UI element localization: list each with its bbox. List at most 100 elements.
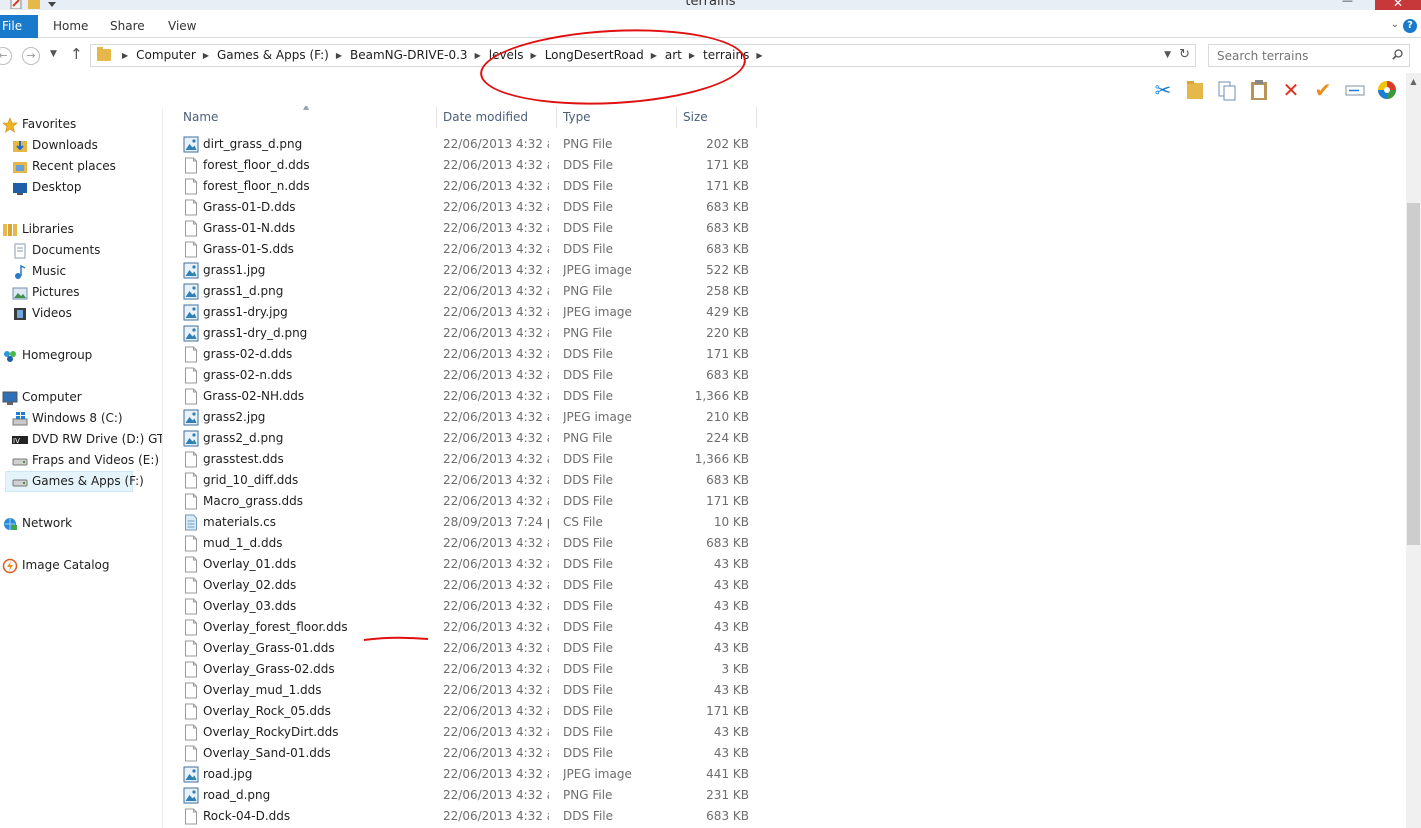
file-row[interactable]: Macro_grass.dds 22/06/2013 4:32 a.... DDS … [177, 491, 757, 512]
breadcrumb-separator-icon[interactable]: ▶ [203, 45, 209, 66]
scissors-icon[interactable]: ✂ [1150, 77, 1176, 103]
file-row[interactable]: forest_floor_d.dds 22/06/2013 4:32 a.... D… [177, 155, 757, 176]
breadcrumb-separator-icon[interactable]: ▶ [336, 45, 342, 66]
checkmark-icon[interactable]: ✔ [1310, 77, 1336, 103]
file-row[interactable]: materials.cs 28/09/2013 7:24 p.... CS File… [177, 512, 757, 533]
file-row[interactable]: Overlay_mud_1.dds 22/06/2013 4:32 a.... DD… [177, 680, 757, 701]
breadcrumb-separator-icon[interactable]: ▶ [651, 45, 657, 66]
file-row[interactable]: grasstest.dds 22/06/2013 4:32 a.... DDS Fi… [177, 449, 757, 470]
breadcrumb-item[interactable]: levels [489, 48, 524, 62]
address-history-button[interactable]: ▼ [1164, 50, 1171, 60]
file-row[interactable]: grass1-dry.jpg 22/06/2013 4:32 a.... JPEG … [177, 302, 757, 323]
file-row[interactable]: dirt_grass_d.png 22/06/2013 4:32 a.... PNG… [177, 134, 757, 155]
file-row[interactable]: Overlay_01.dds 22/06/2013 4:32 a.... DDS F… [177, 554, 757, 575]
expand-ribbon-icon[interactable]: ⌄ [1391, 19, 1399, 30]
search-icon[interactable] [1392, 49, 1403, 60]
nav-documents[interactable]: Documents [12, 240, 100, 261]
breadcrumb-separator-icon[interactable]: ▶ [475, 45, 481, 66]
vertical-scrollbar[interactable]: ▲ [1406, 73, 1421, 828]
nav-drive-c[interactable]: Windows 8 (C:) [12, 408, 123, 429]
breadcrumb-separator-icon[interactable]: ▶ [122, 45, 128, 66]
nav-videos[interactable]: Videos [12, 303, 72, 324]
nav-downloads[interactable]: Downloads [12, 135, 98, 156]
column-header-name[interactable]: Name [177, 106, 437, 128]
file-row[interactable]: forest_floor_n.dds 22/06/2013 4:32 a.... D… [177, 176, 757, 197]
file-row[interactable]: road_d.png 22/06/2013 4:32 a.... PNG File 2… [177, 785, 757, 806]
tab-share[interactable]: Share [110, 15, 145, 38]
recent-locations-button[interactable]: ▼ [50, 49, 57, 59]
address-bar[interactable]: ▶ Computer ▶ Games & Apps (F:) ▶ BeamNG-DRIVE… [90, 44, 1196, 67]
nav-network[interactable]: Network [2, 513, 72, 534]
rename-icon[interactable] [1342, 77, 1368, 103]
forward-button[interactable]: → [22, 47, 40, 65]
file-list[interactable]: ▲ Name Date modified Type Size dirt_gras… [163, 106, 1406, 828]
nav-computer[interactable]: Computer [2, 387, 82, 408]
file-row[interactable]: Rock-04-D.dds 22/06/2013 4:32 a.... DDS Fi… [177, 806, 757, 827]
file-row[interactable]: grass-02-d.dds 22/06/2013 4:32 a.... DDS F… [177, 344, 757, 365]
color-wheel-icon[interactable] [1374, 77, 1400, 103]
nav-pictures[interactable]: Pictures [12, 282, 80, 303]
file-row[interactable]: Overlay_forest_floor.dds 22/06/2013 4:32 … [177, 617, 757, 638]
copy-icon[interactable] [1214, 77, 1240, 103]
search-box[interactable] [1208, 44, 1410, 67]
nav-desktop[interactable]: Desktop [12, 177, 82, 198]
nav-drive-d[interactable]: IV DVD RW Drive (D:) GTA I [12, 429, 162, 450]
breadcrumb-separator-icon[interactable]: ▶ [689, 45, 695, 66]
minimize-button[interactable]: — [1342, 0, 1353, 7]
tab-file[interactable]: File [0, 15, 38, 38]
up-button[interactable]: ↑ [70, 45, 83, 63]
close-button[interactable]: ✕ [1375, 0, 1421, 10]
nav-favorites[interactable]: Favorites [2, 114, 76, 135]
file-row[interactable]: Grass-01-D.dds 22/06/2013 4:32 a.... DDS F… [177, 197, 757, 218]
breadcrumb-item[interactable]: Computer [136, 48, 196, 62]
nav-image-catalog[interactable]: Image Catalog [2, 555, 109, 576]
refresh-button[interactable]: ↻ [1179, 47, 1190, 62]
file-row[interactable]: Overlay_Grass-02.dds 22/06/2013 4:32 a...… [177, 659, 757, 680]
file-row[interactable]: grid_10_diff.dds 22/06/2013 4:32 a.... DDS… [177, 470, 757, 491]
nav-music[interactable]: Music [12, 261, 66, 282]
file-row[interactable]: grass2.jpg 22/06/2013 4:32 a.... JPEG imag… [177, 407, 757, 428]
file-row[interactable]: Grass-01-S.dds 22/06/2013 4:32 a.... DDS F… [177, 239, 757, 260]
delete-icon[interactable]: ✕ [1278, 77, 1304, 103]
tab-home[interactable]: Home [53, 15, 88, 38]
file-row[interactable]: Grass-02-NH.dds 22/06/2013 4:32 a.... DDS … [177, 386, 757, 407]
file-row[interactable]: grass1_d.png 22/06/2013 4:32 a.... PNG Fil… [177, 281, 757, 302]
file-row[interactable]: grass2_d.png 22/06/2013 4:32 a.... PNG Fil… [177, 428, 757, 449]
file-row[interactable]: grass1-dry_d.png 22/06/2013 4:32 a.... PNG… [177, 323, 757, 344]
nav-libraries[interactable]: Libraries [2, 219, 74, 240]
breadcrumb-separator-icon[interactable]: ▶ [531, 45, 537, 66]
file-row[interactable]: Overlay_02.dds 22/06/2013 4:32 a.... DDS F… [177, 575, 757, 596]
nav-recent-places[interactable]: Recent places [12, 156, 116, 177]
column-header-date[interactable]: Date modified [437, 106, 557, 128]
breadcrumb-item[interactable]: BeamNG-DRIVE-0.3 [350, 48, 468, 62]
column-header-size[interactable]: Size [677, 106, 757, 128]
file-row[interactable]: road.jpg 22/06/2013 4:32 a.... JPEG image 4… [177, 764, 757, 785]
breadcrumb-item[interactable]: LongDesertRoad [545, 48, 644, 62]
column-header-type[interactable]: Type [557, 106, 677, 128]
file-row[interactable]: grass1.jpg 22/06/2013 4:32 a.... JPEG imag… [177, 260, 757, 281]
file-row[interactable]: Overlay_Rock_05.dds 22/06/2013 4:32 a....… [177, 701, 757, 722]
file-row[interactable]: Grass-01-N.dds 22/06/2013 4:32 a.... DDS F… [177, 218, 757, 239]
file-row[interactable]: Overlay_Grass-01.dds 22/06/2013 4:32 a...… [177, 638, 757, 659]
paste-icon[interactable] [1246, 77, 1272, 103]
file-row[interactable]: grass-02-n.dds 22/06/2013 4:32 a.... DDS F… [177, 365, 757, 386]
breadcrumb-separator-icon[interactable]: ▶ [756, 45, 762, 66]
breadcrumb-item[interactable]: terrains [703, 48, 749, 62]
folder-icon[interactable] [1182, 77, 1208, 103]
nav-homegroup[interactable]: Homegroup [2, 345, 92, 366]
back-button[interactable]: ← [0, 47, 12, 65]
file-row[interactable]: Overlay_Sand-01.dds 22/06/2013 4:32 a....… [177, 743, 757, 764]
breadcrumb-item[interactable]: art [665, 48, 682, 62]
search-input[interactable] [1209, 45, 1389, 66]
scroll-thumb[interactable] [1407, 203, 1420, 545]
scroll-up-button[interactable]: ▲ [1406, 73, 1421, 90]
file-row[interactable]: Overlay_03.dds 22/06/2013 4:32 a.... DDS F… [177, 596, 757, 617]
breadcrumb-item[interactable]: Games & Apps (F:) [217, 48, 329, 62]
navigation-pane[interactable]: Favorites Downloads Recent places Deskto… [0, 108, 163, 828]
help-icon[interactable]: ? [1403, 19, 1417, 33]
nav-drive-e[interactable]: Fraps and Videos (E:) [12, 450, 159, 471]
nav-drive-f[interactable]: Games & Apps (F:) [5, 471, 144, 492]
tab-view[interactable]: View [168, 15, 196, 38]
file-row[interactable]: Overlay_RockyDirt.dds 22/06/2013 4:32 a..… [177, 722, 757, 743]
file-row[interactable]: mud_1_d.dds 22/06/2013 4:32 a.... DDS File… [177, 533, 757, 554]
